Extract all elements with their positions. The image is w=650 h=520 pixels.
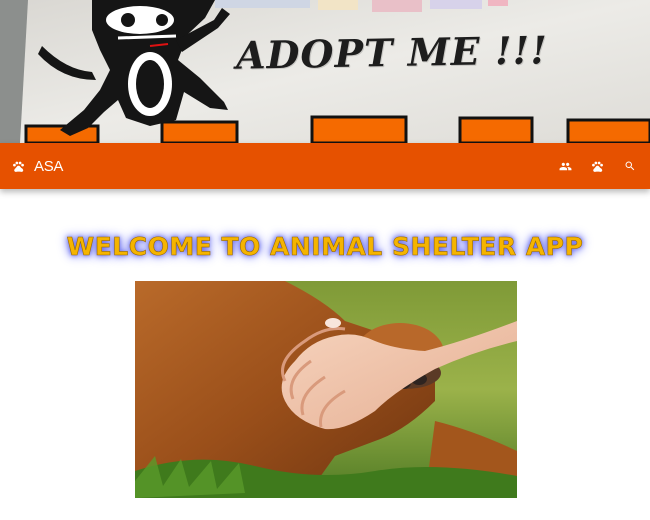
- brand-name: ASA: [34, 157, 64, 175]
- pets-button[interactable]: [591, 160, 604, 173]
- hero-photo-dog-paw-hand: [135, 281, 517, 498]
- people-icon: [559, 160, 572, 173]
- search-button[interactable]: [623, 160, 636, 173]
- welcome-title: WELCOME TO ANIMAL SHELTER APP: [66, 232, 584, 262]
- banner-text: ADOPT ME !!!: [235, 27, 549, 78]
- brand-link[interactable]: ASA: [12, 158, 63, 175]
- search-icon: [624, 160, 636, 172]
- paw-icon: [12, 160, 25, 173]
- paw-icon: [591, 160, 604, 173]
- appbar-actions: [559, 160, 636, 173]
- app-bar: ASA: [0, 143, 650, 189]
- hero-banner: ADOPT ME !!!: [0, 0, 650, 143]
- people-button[interactable]: [559, 160, 572, 173]
